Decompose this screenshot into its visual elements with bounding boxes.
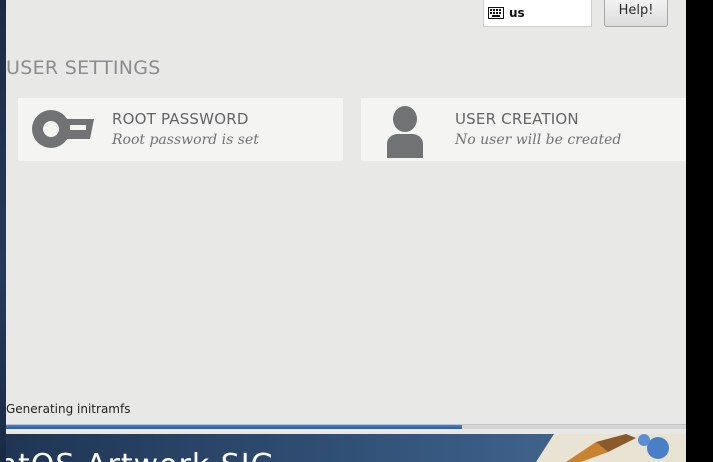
spoke-user-creation[interactable]: USER CREATION No user will be created <box>361 98 686 161</box>
keyboard-icon <box>488 7 504 19</box>
window-edge <box>686 0 713 462</box>
keyboard-layout-label: us <box>509 6 525 20</box>
artwork-banner: ntOS Artwork SIG <box>6 434 686 462</box>
progress-label: Generating initramfs <box>6 402 131 416</box>
spoke-status: No user will be created <box>455 132 622 148</box>
key-icon <box>32 110 94 148</box>
banner-text: ntOS Artwork SIG <box>6 448 275 462</box>
installer-panel: us Help! USER SETTINGS ROOT PASSWORD Roo… <box>6 0 686 434</box>
progress-bar <box>6 424 686 429</box>
help-button[interactable]: Help! <box>604 0 668 27</box>
spoke-title: ROOT PASSWORD <box>112 110 249 128</box>
progress-bar-fill <box>6 425 462 429</box>
section-title: USER SETTINGS <box>6 57 161 79</box>
spoke-status: Root password is set <box>112 132 259 148</box>
user-icon <box>387 106 423 158</box>
spoke-root-password[interactable]: ROOT PASSWORD Root password is set <box>18 98 343 161</box>
paintbrush-artwork <box>536 434 686 462</box>
spoke-title: USER CREATION <box>455 110 579 128</box>
keyboard-layout-indicator[interactable]: us <box>483 0 592 27</box>
